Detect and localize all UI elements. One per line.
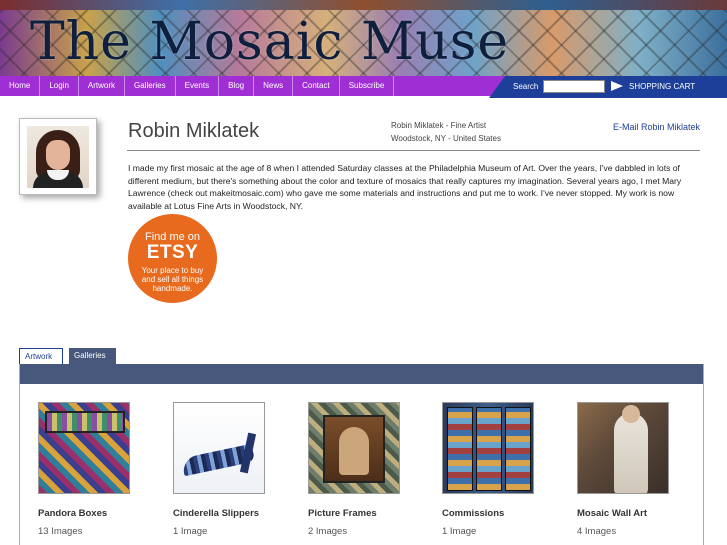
etsy-logo-text: ETSY: [146, 242, 199, 263]
gallery-title[interactable]: Commissions: [442, 508, 504, 519]
nav-item-events[interactable]: Events: [176, 76, 220, 96]
banner-top-strip: [0, 0, 727, 10]
artist-photo-frame: [19, 118, 97, 195]
nav-item-galleries[interactable]: Galleries: [125, 76, 176, 96]
email-artist-link[interactable]: E-Mail Robin Miklatek: [613, 122, 700, 132]
gallery-thumbnail[interactable]: [308, 402, 400, 494]
main-nav: Home Login Artwork Galleries Events Blog…: [0, 76, 727, 98]
artist-role: Robin Miklatek - Fine Artist: [391, 121, 487, 130]
tab-galleries[interactable]: Galleries: [69, 348, 116, 365]
gallery-title[interactable]: Picture Frames: [308, 508, 377, 519]
search-go-arrow-icon[interactable]: [611, 81, 623, 91]
gallery-card[interactable]: Cinderella Slippers 1 Image: [173, 402, 269, 537]
etsy-tagline: Your place to buy and sell all things ha…: [141, 266, 204, 293]
artist-name: Robin Miklatek: [128, 120, 260, 142]
gallery-title[interactable]: Cinderella Slippers: [173, 508, 259, 519]
site-banner: The Mosaic Muse: [0, 0, 727, 76]
gallery-card[interactable]: Commissions 1 Image: [442, 402, 538, 537]
nav-item-contact[interactable]: Contact: [293, 76, 340, 96]
nav-item-home[interactable]: Home: [0, 76, 41, 96]
gallery-image-count: 13 Images: [38, 526, 83, 537]
profile-divider: [127, 150, 700, 151]
shopping-cart-link[interactable]: SHOPPING CART: [629, 82, 695, 91]
gallery-card[interactable]: Picture Frames 2 Images: [308, 402, 404, 537]
tab-artwork[interactable]: Artwork: [19, 348, 63, 365]
nav-item-subscribe[interactable]: Subscribe: [340, 76, 395, 96]
gallery-image-count: 1 Image: [442, 526, 477, 537]
gallery-thumbnail[interactable]: [442, 402, 534, 494]
gallery-image-count: 1 Image: [173, 526, 208, 537]
gallery-card[interactable]: Pandora Boxes 13 Images: [38, 402, 134, 537]
gallery-thumbnail[interactable]: [38, 402, 130, 494]
gallery-image-count: 4 Images: [577, 526, 617, 537]
search-input[interactable]: [543, 80, 605, 93]
gallery-image-count: 2 Images: [308, 526, 348, 537]
gallery-thumbnail[interactable]: [173, 402, 265, 494]
artist-meta: Robin Miklatek - Fine Artist Woodstock, …: [391, 119, 501, 145]
artist-location: Woodstock, NY - United States: [391, 134, 501, 143]
nav-item-login[interactable]: Login: [40, 76, 79, 96]
gallery-thumbnail[interactable]: [577, 402, 669, 494]
gallery-title[interactable]: Mosaic Wall Art: [577, 508, 647, 519]
etsy-badge-link[interactable]: Find me on ETSY Your place to buy and se…: [128, 214, 217, 303]
site-title[interactable]: The Mosaic Muse: [30, 12, 509, 72]
nav-item-artwork[interactable]: Artwork: [79, 76, 126, 96]
nav-item-news[interactable]: News: [254, 76, 294, 96]
nav-item-blog[interactable]: Blog: [219, 76, 255, 96]
gallery-card[interactable]: Mosaic Wall Art 4 Images: [577, 402, 673, 537]
nav-menu: Home Login Artwork Galleries Events Blog…: [0, 76, 395, 96]
artist-avatar: [27, 126, 89, 188]
search-cart-bar: Search SHOPPING CART: [489, 76, 727, 98]
artist-bio: I made my first mosaic at the age of 8 w…: [128, 163, 682, 211]
gallery-title[interactable]: Pandora Boxes: [38, 508, 107, 519]
search-label: Search: [513, 82, 539, 91]
panel-header-bar: [20, 364, 703, 384]
